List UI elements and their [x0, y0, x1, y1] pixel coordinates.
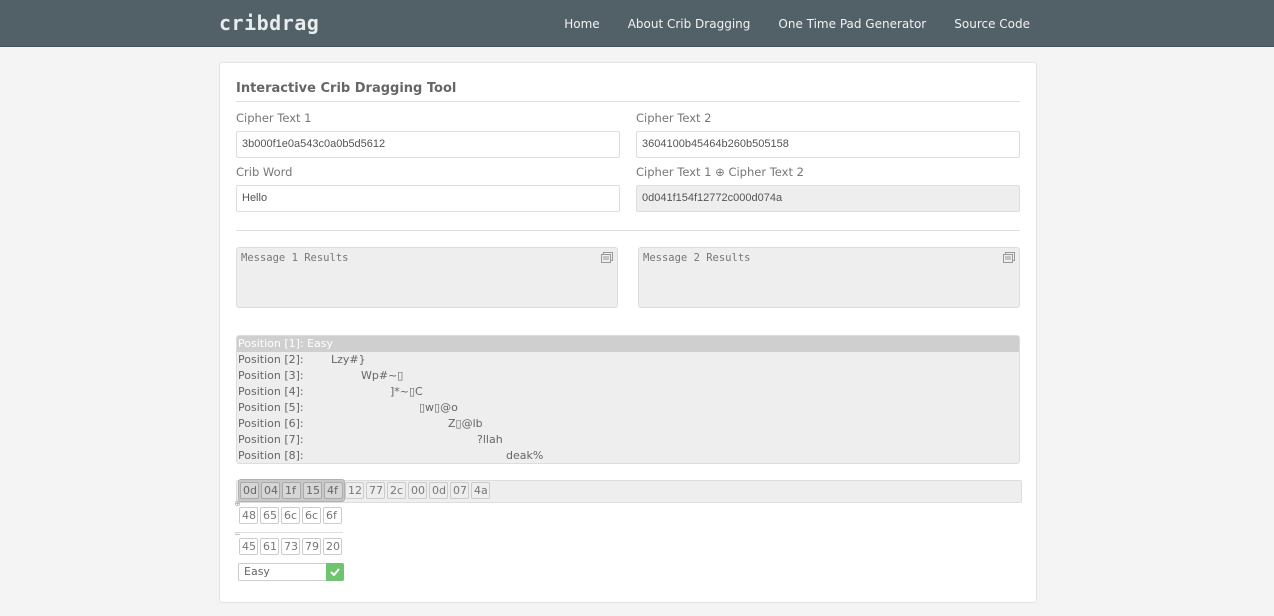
crib-byte: 65 — [260, 507, 279, 524]
crib-drag-panel: Interactive Crib Dragging Tool Cipher Te… — [219, 62, 1037, 603]
message-1-results[interactable]: Message 1 Results — [236, 247, 618, 308]
message-2-results[interactable]: Message 2 Results — [638, 247, 1020, 308]
position-row[interactable]: Position [5]: ▯w▯@o — [237, 400, 1019, 416]
result-byte: 20 — [323, 538, 342, 555]
divider — [236, 101, 1020, 102]
cipher-text-1-label: Cipher Text 1 — [236, 111, 312, 125]
position-row[interactable]: Position [7]: ?llah — [237, 432, 1019, 448]
position-row[interactable]: Position [1]: Easy — [237, 336, 1019, 352]
result-byte: 61 — [260, 538, 279, 555]
position-row[interactable]: Position [8]: deak% — [237, 448, 1019, 463]
xor-byte: 2c — [387, 482, 406, 499]
result-text-input[interactable]: Easy — [238, 563, 326, 581]
xor-byte: 4a — [471, 482, 490, 499]
position-list[interactable]: Position [1]: Easy Position [2]: Lzy#} Po… — [236, 335, 1020, 464]
xor-byte: 0d — [429, 482, 448, 499]
cipher-text-2-label: Cipher Text 2 — [636, 111, 712, 125]
crib-word-input[interactable]: Hello — [236, 185, 620, 212]
message-2-results-text: Message 2 Results — [643, 252, 751, 264]
position-value: Wp#~▯ — [361, 369, 404, 382]
xor-byte-strip: 0d 04 1f 15 4f 12 77 2c 00 0d 07 4a — [236, 479, 1022, 503]
position-row[interactable]: Position [6]: Z▯@lb — [237, 416, 1019, 432]
xor-result-label: Cipher Text 1 ⊕ Cipher Text 2 — [636, 165, 804, 179]
nav-otp-generator[interactable]: One Time Pad Generator — [778, 17, 926, 31]
crib-byte: 6c — [281, 507, 300, 524]
position-value: Lzy#} — [331, 353, 366, 366]
xor-byte: 15 — [303, 482, 322, 499]
nav-links: Home About Crib Dragging One Time Pad Ge… — [536, 17, 1030, 31]
crib-word-label: Crib Word — [236, 165, 293, 179]
navbar: cribdrag Home About Crib Dragging One Ti… — [0, 0, 1274, 47]
result-byte: 79 — [302, 538, 321, 555]
result-divider — [239, 532, 343, 533]
xor-byte: 00 — [408, 482, 427, 499]
divider — [236, 230, 1020, 231]
nav-about-crib-dragging[interactable]: About Crib Dragging — [628, 17, 751, 31]
crib-byte: 48 — [239, 507, 258, 524]
nav-source-code[interactable]: Source Code — [954, 17, 1030, 31]
xor-byte: 07 — [450, 482, 469, 499]
position-value: ▯w▯@o — [419, 401, 458, 414]
xor-byte: 12 — [345, 482, 364, 499]
nav-home[interactable]: Home — [564, 17, 599, 31]
crib-byte: 6c — [302, 507, 321, 524]
xor-bytes-rest: 12 77 2c 00 0d 07 4a — [345, 482, 490, 499]
confirm-button[interactable] — [326, 563, 344, 581]
position-value: deak% — [506, 449, 544, 462]
xor-byte: 0d — [240, 482, 259, 499]
copy-icon[interactable] — [601, 252, 613, 263]
position-value: Z▯@lb — [448, 417, 483, 430]
xor-result-field: 0d041f154f12772c000d074a — [636, 185, 1020, 212]
message-1-results-text: Message 1 Results — [241, 252, 349, 264]
result-byte: 45 — [239, 538, 258, 555]
crib-byte: 6f — [323, 507, 342, 524]
copy-icon[interactable] — [1003, 252, 1015, 263]
equals-operator: = — [234, 529, 241, 538]
xor-byte: 77 — [366, 482, 385, 499]
result-bytes: 45 61 73 79 20 — [239, 538, 342, 555]
xor-byte: 1f — [282, 482, 301, 499]
checkmark-icon — [330, 568, 340, 576]
crib-bytes: 48 65 6c 6c 6f — [239, 507, 342, 524]
panel-title: Interactive Crib Dragging Tool — [236, 81, 457, 96]
position-value: ?llah — [477, 433, 503, 446]
brand-logo[interactable]: cribdrag — [219, 11, 319, 35]
result-byte: 73 — [281, 538, 300, 555]
position-row[interactable]: Position [4]:]*~▯C — [237, 384, 1019, 400]
position-value: ]*~▯C — [390, 385, 423, 398]
position-row[interactable]: Position [2]: Lzy#} — [237, 352, 1019, 368]
position-row[interactable]: Position [3]: Wp#~▯ — [237, 368, 1019, 384]
cipher-text-1-input[interactable]: 3b000f1e0a543c0a0b5d5612 — [236, 131, 620, 158]
cipher-text-2-input[interactable]: 3604100b45464b260b505158 — [636, 131, 1020, 158]
xor-byte: 04 — [261, 482, 280, 499]
xor-bytes-in-window: 0d 04 1f 15 4f — [240, 482, 343, 499]
xor-byte: 4f — [324, 482, 343, 499]
